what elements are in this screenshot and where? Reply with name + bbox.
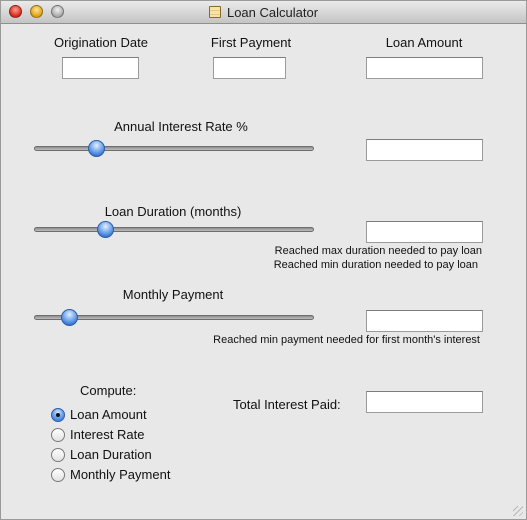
slider-thumb[interactable] <box>61 309 78 326</box>
compute-label: Compute: <box>80 383 137 398</box>
monthly-payment-field[interactable] <box>366 310 483 332</box>
radio-button[interactable] <box>51 427 65 442</box>
interest-rate-slider[interactable] <box>34 139 314 159</box>
origination-date-label: Origination Date <box>54 35 148 50</box>
radio-label: Loan Duration <box>70 447 152 462</box>
monthly-payment-label: Monthly Payment <box>122 287 224 302</box>
compute-option-loan-duration[interactable]: Loan Duration <box>51 447 152 462</box>
slider-thumb[interactable] <box>97 221 115 238</box>
radio-button[interactable] <box>51 407 65 422</box>
max-duration-note: Reached max duration needed to pay loan <box>274 245 482 257</box>
loan-duration-label: Loan Duration (months) <box>104 204 242 219</box>
min-payment-note: Reached min payment needed for first mon… <box>213 334 480 346</box>
radio-label: Loan Amount <box>70 407 147 422</box>
min-duration-note: Reached min duration needed to pay loan <box>273 259 478 271</box>
loan-calculator-window: Loan Calculator Origination Date First P… <box>0 0 527 520</box>
loan-amount-label: Loan Amount <box>385 35 463 50</box>
slider-track <box>34 146 314 151</box>
title-bar[interactable]: Loan Calculator <box>1 1 526 24</box>
document-icon <box>208 6 221 18</box>
loan-duration-field[interactable] <box>366 221 483 243</box>
compute-option-interest-rate[interactable]: Interest Rate <box>51 427 144 442</box>
total-interest-field[interactable] <box>366 391 483 413</box>
loan-duration-slider[interactable] <box>34 220 314 240</box>
resize-grip-icon[interactable] <box>513 506 523 516</box>
total-interest-label: Total Interest Paid: <box>233 397 341 412</box>
radio-label: Monthly Payment <box>70 467 171 482</box>
origination-date-field[interactable] <box>62 57 139 79</box>
radio-button[interactable] <box>51 447 65 462</box>
radio-label: Interest Rate <box>70 427 145 442</box>
first-payment-label: First Payment <box>210 35 292 50</box>
slider-thumb[interactable] <box>87 140 105 157</box>
slider-track <box>34 227 314 232</box>
window-title: Loan Calculator <box>226 4 319 20</box>
compute-option-monthly-payment[interactable]: Monthly Payment <box>51 467 170 482</box>
loan-amount-field[interactable] <box>366 57 483 79</box>
radio-button[interactable] <box>51 467 65 482</box>
interest-rate-label: Annual Interest Rate % <box>114 119 248 134</box>
window-title-group: Loan Calculator <box>1 1 526 23</box>
first-payment-field[interactable] <box>213 57 286 79</box>
monthly-payment-slider[interactable] <box>34 308 314 328</box>
interest-rate-field[interactable] <box>366 139 483 161</box>
compute-option-loan-amount[interactable]: Loan Amount <box>51 407 147 422</box>
